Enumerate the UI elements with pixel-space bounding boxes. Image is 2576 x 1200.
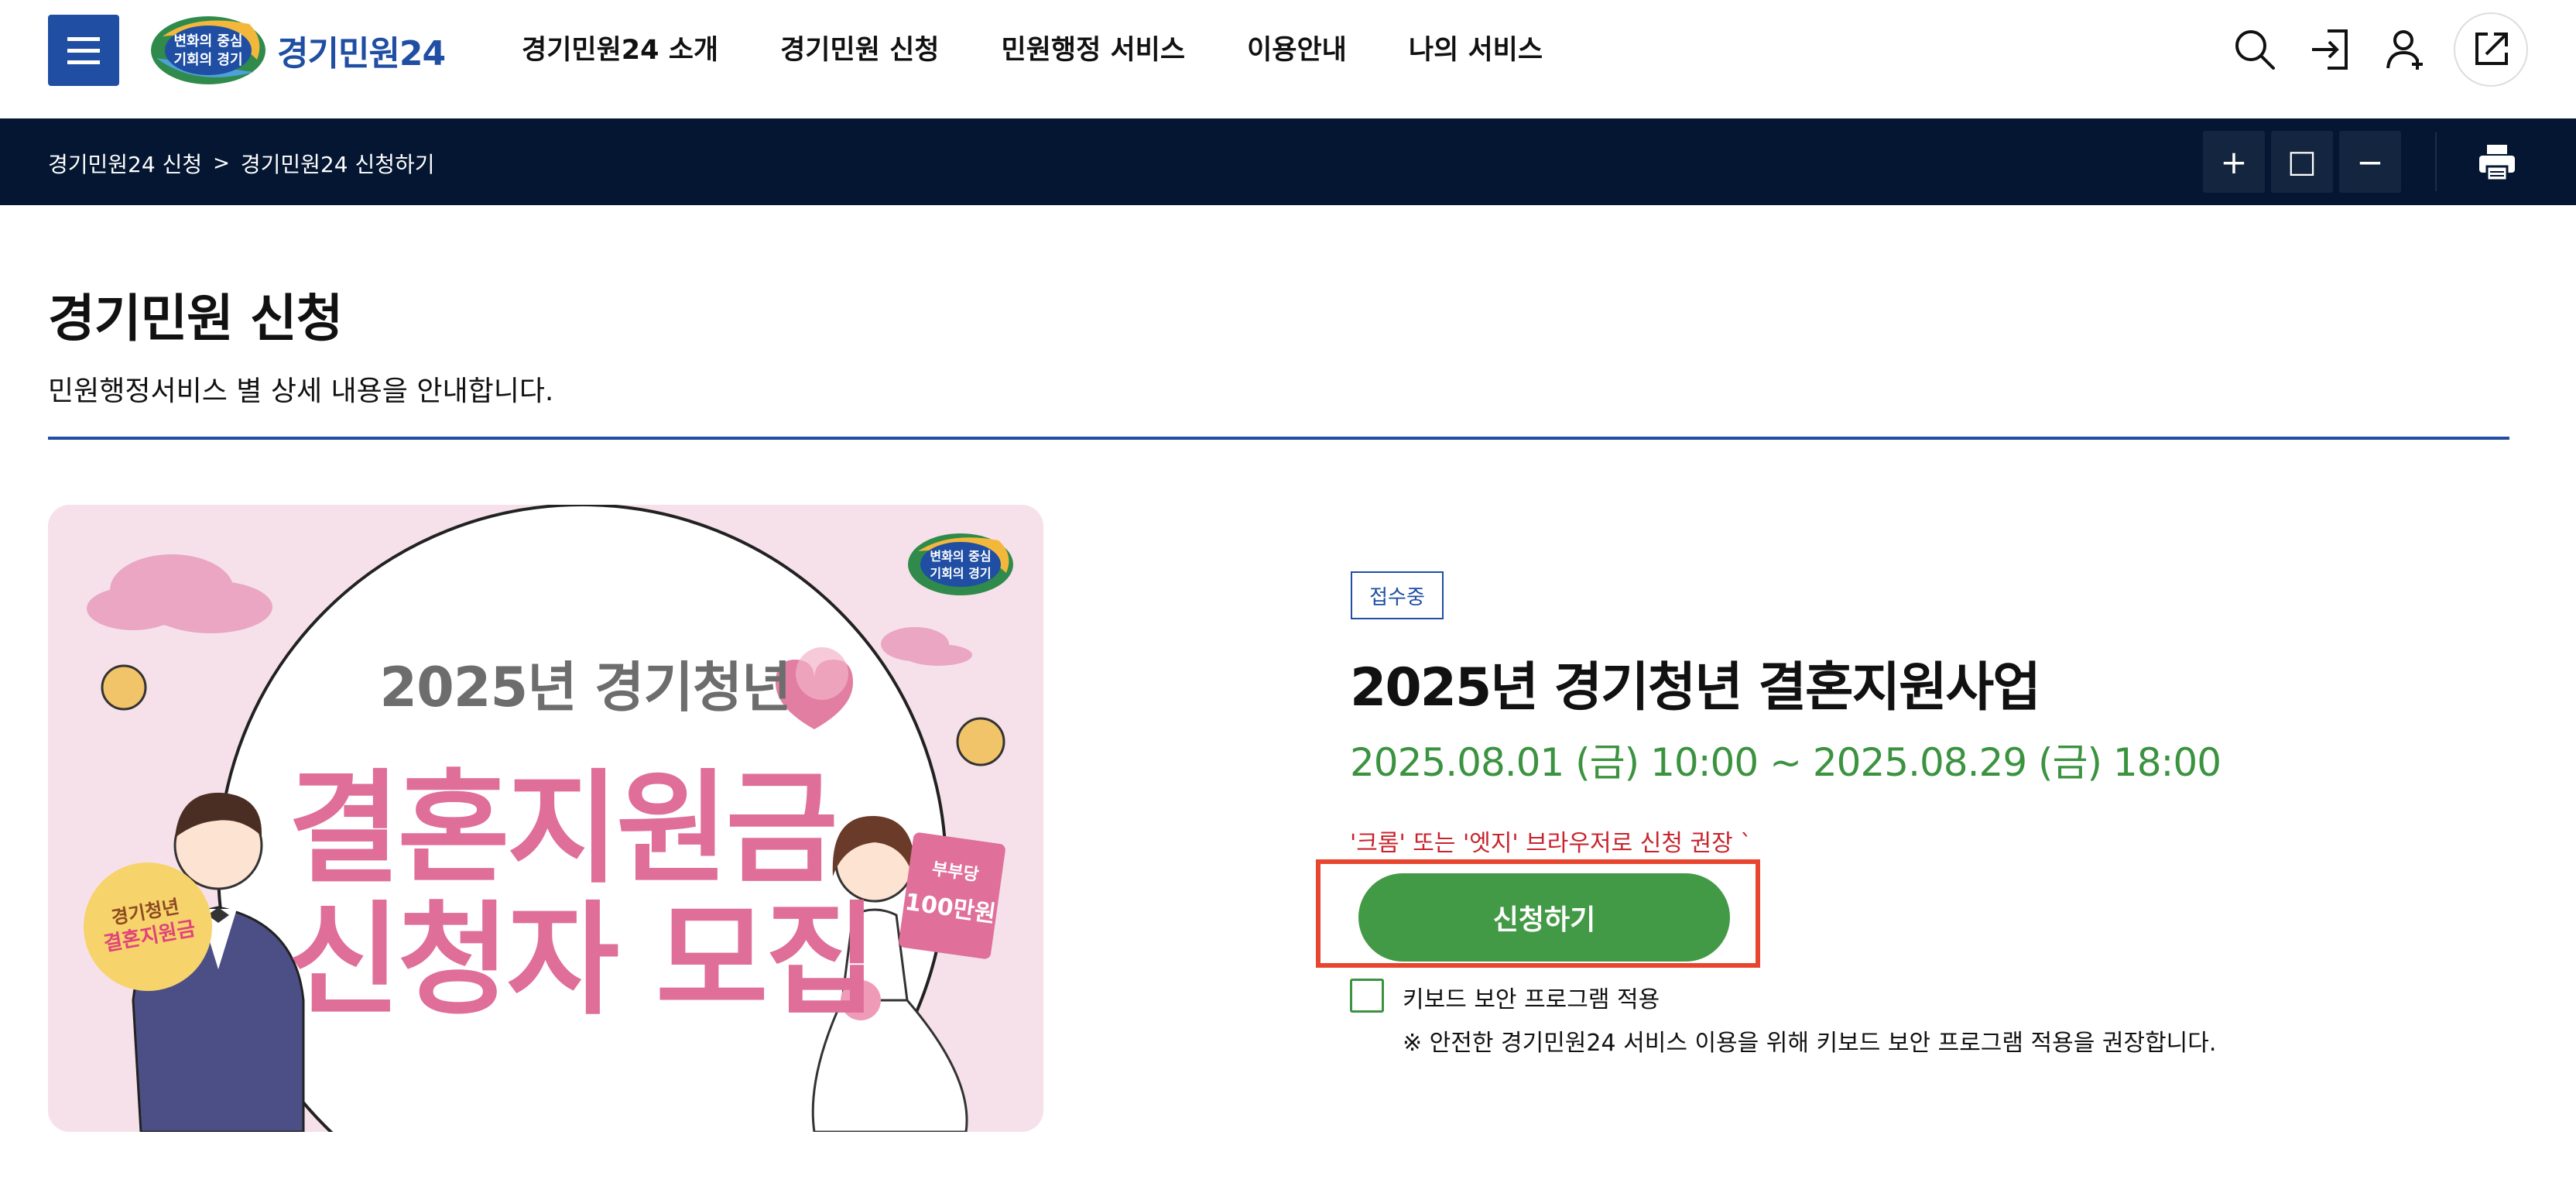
page-title: 경기민원 신청 [48, 289, 343, 348]
zoom-out-button[interactable]: − [2339, 131, 2401, 193]
application-period: 2025.08.01 (금) 10:00 ~ 2025.08.29 (금) 18… [1350, 740, 2221, 785]
main-navigation: 경기민원24 소개 경기민원 신청 민원행정 서비스 이용안내 나의 서비스 [522, 28, 1605, 67]
top-header: 변화의 중심 기회의 경기 경기민원24 경기민원24 소개 경기민원 신청 민… [0, 0, 2576, 118]
banner-amount-card: 부부당 100만원 [898, 831, 1006, 960]
banner-card-small: 부부당 [930, 859, 981, 886]
breadcrumb-item-current[interactable]: 경기민원24 신청하기 [241, 148, 435, 179]
banner-logo-line2: 기회의 경기 [930, 566, 991, 581]
zoom-tools: + □ − [2197, 131, 2401, 193]
toolbar-divider [2435, 132, 2437, 191]
breadcrumb-separator: > [213, 152, 230, 175]
login-icon[interactable] [2304, 12, 2358, 87]
breadcrumb-item-apply[interactable]: 경기민원24 신청 [48, 148, 202, 179]
nav-item-guide[interactable]: 이용안내 [1247, 28, 1347, 67]
nav-item-admin-service[interactable]: 민원행정 서비스 [1001, 28, 1185, 67]
printer-icon[interactable] [2466, 135, 2528, 190]
nav-item-my-service[interactable]: 나의 서비스 [1409, 28, 1543, 67]
external-link-icon[interactable] [2454, 12, 2528, 87]
banner-headline-line2: 신청자 모집 [288, 890, 878, 1032]
banner-logo-line1: 변화의 중심 [930, 549, 991, 564]
banner-card-amount: 100만원 [903, 888, 998, 928]
keyboard-security-label[interactable]: 키보드 보안 프로그램 적용 [1403, 980, 1660, 1014]
page-description: 민원행정서비스 별 상세 내용을 안내합니다. [48, 375, 554, 407]
nav-item-intro[interactable]: 경기민원24 소개 [522, 28, 718, 67]
title-divider [48, 437, 2509, 440]
service-title: 2025년 경기청년 결혼지원사업 [1350, 657, 2041, 718]
keyboard-security-checkbox[interactable] [1350, 979, 1384, 1013]
site-logo[interactable]: 변화의 중심 기회의 경기 경기민원24 [149, 12, 446, 88]
search-icon[interactable] [2228, 12, 2282, 87]
menu-bar-icon [67, 60, 100, 64]
hamburger-menu-button[interactable] [48, 15, 119, 86]
menu-bar-icon [67, 48, 100, 53]
signup-icon[interactable] [2379, 12, 2434, 87]
browser-recommendation: '크롬' 또는 '엣지' 브라우저로 신청 권장 ` [1350, 830, 1752, 857]
nav-item-apply[interactable]: 경기민원 신청 [780, 28, 939, 67]
breadcrumb: 경기민원24 신청 > 경기민원24 신청하기 [48, 148, 435, 179]
apply-button[interactable]: 신청하기 [1358, 873, 1730, 962]
utility-menu [2206, 12, 2528, 87]
status-badge: 접수중 [1351, 571, 1444, 619]
zoom-in-button[interactable]: + [2203, 131, 2265, 193]
banner-logo-badge: 변화의 중심 기회의 경기 [908, 533, 1013, 595]
keyboard-security-notice: ※ 안전한 경기민원24 서비스 이용을 위해 키보드 보안 프로그램 적용을 … [1403, 1030, 2217, 1057]
service-banner-image: 2025년 경기청년 결혼지원금 신청자 모집 경기청년 결혼지원금 부부당 1… [48, 505, 1043, 1132]
logo-badge-line2: 기회의 경기 [173, 52, 242, 68]
breadcrumb-bar: 경기민원24 신청 > 경기민원24 신청하기 + □ − [0, 118, 2576, 205]
banner-subtitle: 2025년 경기청년 [379, 656, 791, 719]
gyeonggi-logo-badge: 변화의 중심 기회의 경기 [151, 16, 265, 84]
menu-bar-icon [67, 36, 100, 41]
logo-badge-line1: 변화의 중심 [173, 33, 242, 50]
zoom-reset-button[interactable]: □ [2271, 131, 2333, 193]
logo-text: 경기민원24 [277, 34, 446, 74]
